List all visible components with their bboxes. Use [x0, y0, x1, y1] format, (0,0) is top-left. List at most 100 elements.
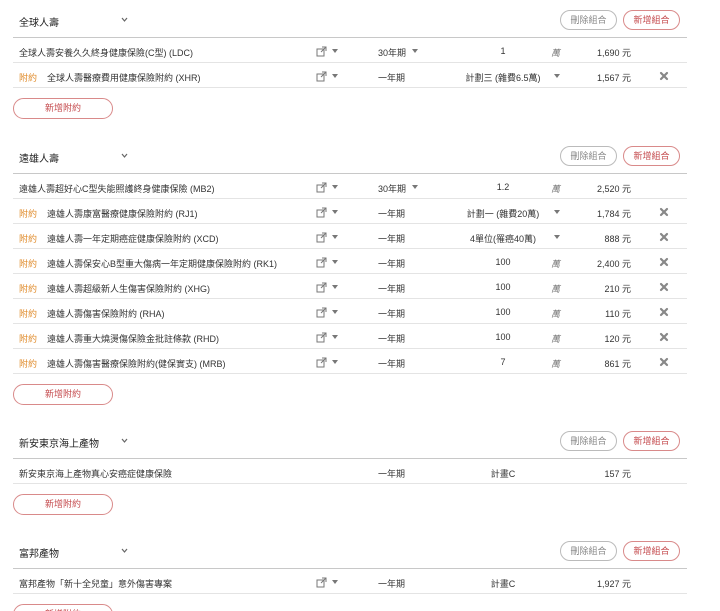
term-select: 一年期	[378, 284, 406, 294]
premium-value: 157 元	[604, 469, 631, 479]
external-link-icon[interactable]	[316, 257, 327, 268]
premium-value: 2,400 元	[596, 259, 631, 269]
caret-down-icon[interactable]	[332, 235, 338, 239]
term-select[interactable]: 30年期	[378, 182, 406, 195]
add-rider-button[interactable]: 新增附約	[13, 384, 113, 405]
coverage-amount[interactable]: 1	[443, 46, 563, 56]
caret-down-icon[interactable]	[332, 285, 338, 289]
caret-down-icon[interactable]	[332, 74, 338, 78]
plan-name: 遠雄人壽超好心C型失能照護終身健康保險 (MB2)	[19, 184, 215, 194]
remove-icon[interactable]	[659, 282, 669, 292]
premium-value: 888 元	[604, 234, 631, 244]
caret-down-icon[interactable]	[332, 185, 338, 189]
coverage-amount[interactable]: 計劃三 (雜費6.5萬)	[443, 71, 563, 84]
company-name: 新安東京海上產物	[19, 439, 99, 450]
coverage-amount[interactable]: 100	[443, 282, 563, 292]
premium-value: 1,927 元	[596, 579, 631, 589]
external-link-icon[interactable]	[316, 46, 327, 57]
delete-combo-button[interactable]: 刪除組合	[560, 146, 617, 166]
plan-name: 全球人壽安養久久終身健康保險(C型) (LDC)	[19, 48, 193, 58]
add-rider-button[interactable]: 新增附約	[13, 98, 113, 119]
caret-down-icon[interactable]	[554, 74, 560, 78]
coverage-amount[interactable]: 7	[443, 357, 563, 367]
add-combo-button[interactable]: 新增組合	[623, 541, 680, 561]
premium-value: 1,784 元	[596, 209, 631, 219]
caret-down-icon[interactable]	[554, 210, 560, 214]
delete-combo-button[interactable]: 刪除組合	[560, 10, 617, 30]
caret-down-icon[interactable]	[332, 260, 338, 264]
rider-tag: 附約	[19, 259, 38, 269]
rider-tag: 附約	[19, 209, 38, 219]
coverage-amount[interactable]: 100	[443, 332, 563, 342]
term-select: 一年期	[378, 234, 406, 244]
remove-icon[interactable]	[659, 232, 669, 242]
external-link-icon[interactable]	[316, 577, 327, 588]
rider-row: 附約 遠雄人壽一年定期癌症健康保險附約 (XCD) 一年期 4單位(罹癌40萬) 888…	[13, 224, 687, 249]
amount-unit: 萬	[551, 259, 561, 269]
rider-tag: 附約	[19, 359, 38, 369]
external-link-icon[interactable]	[316, 71, 327, 82]
chevron-down-icon[interactable]	[121, 151, 128, 158]
caret-down-icon[interactable]	[332, 580, 338, 584]
company-name: 遠雄人壽	[19, 154, 59, 165]
term-select[interactable]: 30年期	[378, 46, 406, 59]
premium-value: 1,690 元	[596, 48, 631, 58]
external-link-icon[interactable]	[316, 232, 327, 243]
delete-combo-button[interactable]: 刪除組合	[560, 541, 617, 561]
coverage-amount[interactable]: 100	[443, 257, 563, 267]
add-rider-button[interactable]: 新增附約	[13, 604, 113, 611]
caret-down-icon[interactable]	[412, 49, 418, 53]
delete-combo-button[interactable]: 刪除組合	[560, 431, 617, 451]
rider-row: 附約 遠雄人壽超級新人生傷害保險附約 (XHG) 一年期 100 萬 210 元	[13, 274, 687, 299]
caret-down-icon[interactable]	[332, 310, 338, 314]
caret-down-icon[interactable]	[332, 210, 338, 214]
add-combo-button[interactable]: 新增組合	[623, 146, 680, 166]
caret-down-icon[interactable]	[332, 335, 338, 339]
external-link-icon[interactable]	[316, 357, 327, 368]
remove-icon[interactable]	[659, 257, 669, 267]
external-link-icon[interactable]	[316, 182, 327, 193]
caret-down-icon[interactable]	[332, 360, 338, 364]
coverage-amount[interactable]: 1.2	[443, 182, 563, 192]
chevron-down-icon[interactable]	[121, 546, 128, 553]
coverage-amount[interactable]: 4單位(罹癌40萬)	[443, 232, 563, 245]
add-rider-button[interactable]: 新增附約	[13, 494, 113, 515]
rider-row: 附約 遠雄人壽保安心B型重大傷病一年定期健康保險附約 (RK1) 一年期 100 萬 2,…	[13, 249, 687, 274]
add-combo-button[interactable]: 新增組合	[623, 431, 680, 451]
amount-unit: 萬	[551, 359, 561, 369]
coverage-amount[interactable]: 計劃一 (雜費20萬)	[443, 207, 563, 220]
coverage-amount[interactable]: 100	[443, 307, 563, 317]
remove-icon[interactable]	[659, 332, 669, 342]
chevron-down-icon[interactable]	[121, 436, 128, 443]
company-section: 全球人壽 刪除組合 新增組合 全球人壽安養久久終身健康保險(C型) (LDC) 30年期…	[13, 0, 687, 119]
plan-name: 新安東京海上產物真心安癌症健康保險	[19, 469, 173, 479]
premium-value: 210 元	[604, 284, 631, 294]
term-select: 一年期	[378, 259, 406, 269]
company-section: 遠雄人壽 刪除組合 新增組合遠雄人壽超好心C型失能照護終身健康保險 (MB2) 30年…	[13, 136, 687, 405]
caret-down-icon[interactable]	[554, 235, 560, 239]
company-section: 富邦產物 刪除組合 新增組合 富邦產物「新十全兒童」意外傷害專案 一年期 計畫C 1,927…	[13, 531, 687, 611]
remove-icon[interactable]	[659, 207, 669, 217]
coverage-amount[interactable]: 計畫C	[443, 467, 563, 480]
external-link-icon[interactable]	[316, 332, 327, 343]
caret-down-icon[interactable]	[412, 185, 418, 189]
remove-icon[interactable]	[659, 357, 669, 367]
caret-down-icon[interactable]	[332, 49, 338, 53]
remove-icon[interactable]	[659, 71, 669, 81]
term-select: 一年期	[378, 73, 406, 83]
external-link-icon[interactable]	[316, 207, 327, 218]
chevron-down-icon[interactable]	[121, 15, 128, 22]
rider-tag: 附約	[19, 309, 38, 319]
plan-name: 富邦產物「新十全兒童」意外傷害專案	[19, 579, 173, 589]
add-combo-button[interactable]: 新增組合	[623, 10, 680, 30]
external-link-icon[interactable]	[316, 307, 327, 318]
coverage-amount[interactable]: 計畫C	[443, 577, 563, 590]
amount-unit: 萬	[551, 184, 561, 194]
plan-name: 遠雄人壽重大燒燙傷保險金批註條款 (RHD)	[47, 334, 219, 344]
rider-tag: 附約	[19, 284, 38, 294]
remove-icon[interactable]	[659, 307, 669, 317]
term-select: 一年期	[378, 309, 406, 319]
company-header: 新安東京海上產物 刪除組合 新增組合	[13, 421, 687, 459]
external-link-icon[interactable]	[316, 282, 327, 293]
rider-tag: 附約	[19, 73, 38, 83]
